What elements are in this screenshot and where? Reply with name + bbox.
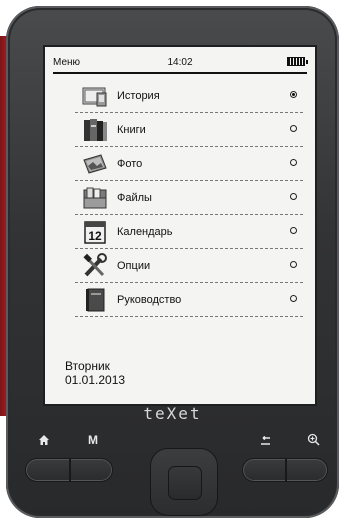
calendar-icon-day: 12 bbox=[88, 229, 102, 243]
status-bar: Меню 14:02 bbox=[53, 54, 308, 72]
menu-item-label: Фото bbox=[117, 157, 143, 170]
zoom-in-icon bbox=[307, 433, 320, 449]
selection-indicator bbox=[290, 91, 297, 98]
menu-item-history[interactable]: История bbox=[75, 79, 303, 113]
selection-indicator bbox=[290, 227, 297, 234]
selection-indicator bbox=[290, 261, 297, 268]
back-icon bbox=[259, 435, 272, 449]
tools-icon bbox=[81, 252, 109, 279]
calendar-icon: 12 bbox=[81, 219, 109, 245]
selection-indicator bbox=[290, 125, 297, 132]
date-text: 01.01.2013 bbox=[65, 373, 126, 387]
back-button[interactable] bbox=[242, 458, 284, 482]
zoom-button[interactable] bbox=[284, 458, 326, 482]
home-button[interactable] bbox=[25, 458, 68, 482]
menu-item-books[interactable]: Книги bbox=[75, 113, 303, 147]
navigation-pad[interactable] bbox=[150, 448, 218, 516]
photo-icon bbox=[81, 151, 109, 177]
selection-indicator bbox=[290, 193, 297, 200]
menu-item-label: История bbox=[117, 89, 160, 102]
files-icon bbox=[81, 185, 109, 211]
menu-button-label: M bbox=[88, 433, 98, 447]
history-icon bbox=[81, 83, 109, 109]
menu-item-options[interactable]: Опции bbox=[75, 249, 303, 283]
date-display: Вторник 01.01.2013 bbox=[65, 359, 125, 387]
selection-indicator bbox=[290, 295, 297, 302]
weekday-text: Вторник bbox=[65, 359, 110, 373]
menu-item-calendar[interactable]: 12 Календарь bbox=[75, 215, 303, 249]
menu-item-label: Руководство bbox=[117, 293, 182, 306]
menu-item-label: Книги bbox=[117, 123, 146, 136]
ereader-device: Меню 14:02 История Книги Фото Файлы 12 К… bbox=[6, 6, 339, 518]
battery-icon bbox=[287, 57, 308, 66]
menu-item-label: Календарь bbox=[117, 225, 173, 238]
manual-icon bbox=[81, 287, 109, 313]
status-time: 14:02 bbox=[167, 57, 193, 68]
brand-logo: teXet bbox=[143, 404, 202, 423]
home-icon bbox=[38, 434, 50, 449]
menu-item-manual[interactable]: Руководство bbox=[75, 283, 303, 317]
books-icon bbox=[81, 117, 109, 143]
ok-button[interactable] bbox=[168, 466, 202, 500]
menu-item-photo[interactable]: Фото bbox=[75, 147, 303, 181]
main-menu: История Книги Фото Файлы 12 Календарь Оп… bbox=[75, 79, 303, 317]
eink-screen: Меню 14:02 История Книги Фото Файлы 12 К… bbox=[43, 45, 317, 406]
menu-item-label: Файлы bbox=[117, 191, 152, 204]
menu-item-label: Опции bbox=[117, 259, 151, 272]
header-divider bbox=[53, 72, 307, 74]
menu-item-files[interactable]: Файлы bbox=[75, 181, 303, 215]
menu-button[interactable] bbox=[68, 458, 111, 482]
selection-indicator bbox=[290, 159, 297, 166]
